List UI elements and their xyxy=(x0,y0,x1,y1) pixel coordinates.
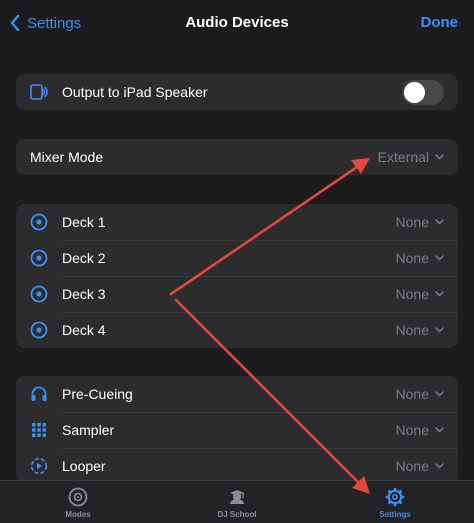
dj-school-icon xyxy=(230,490,244,504)
chevron-down-icon xyxy=(435,154,444,160)
extras-group: Pre-Cueing None Sampler None Looper None xyxy=(16,376,458,484)
chevron-down-icon xyxy=(435,219,444,225)
deck-icon xyxy=(16,249,62,267)
speaker-group: Output to iPad Speaker xyxy=(16,74,458,110)
chevron-down-icon xyxy=(435,291,444,297)
ipad-speaker-icon xyxy=(16,83,62,101)
pre-cueing-row[interactable]: Pre-Cueing None xyxy=(16,376,458,412)
tab-settings[interactable]: Settings xyxy=(355,487,435,519)
deck-value[interactable]: None xyxy=(396,250,429,266)
deck-label: Deck 1 xyxy=(62,214,106,230)
chevron-down-icon xyxy=(435,327,444,333)
mixer-mode-label: Mixer Mode xyxy=(30,149,104,165)
deck-row-1[interactable]: Deck 1 None xyxy=(16,204,458,240)
sampler-grid-icon xyxy=(16,422,62,438)
deck-row-3[interactable]: Deck 3 None xyxy=(16,276,458,312)
decks-group: Deck 1 None Deck 2 None Deck 3 None Deck… xyxy=(16,204,458,348)
deck-label: Deck 3 xyxy=(62,286,106,302)
gear-icon xyxy=(385,487,405,507)
looper-row[interactable]: Looper None xyxy=(16,448,458,484)
deck-value[interactable]: None xyxy=(396,286,429,302)
deck-value[interactable]: None xyxy=(396,322,429,338)
looper-label: Looper xyxy=(62,458,106,474)
tab-label: Modes xyxy=(65,510,91,519)
looper-icon xyxy=(16,457,62,475)
done-button[interactable]: Done xyxy=(421,14,459,31)
chevron-down-icon xyxy=(435,391,444,397)
speaker-toggle[interactable] xyxy=(402,80,444,105)
mixer-mode-row[interactable]: Mixer Mode External xyxy=(16,139,458,175)
sampler-value[interactable]: None xyxy=(396,422,429,438)
deck-label: Deck 4 xyxy=(62,322,106,338)
sampler-label: Sampler xyxy=(62,422,115,438)
sampler-row[interactable]: Sampler None xyxy=(16,412,458,448)
tab-bar: Modes DJ School Settings xyxy=(0,480,474,523)
tab-label: Settings xyxy=(379,510,411,519)
tab-label: DJ School xyxy=(217,510,257,519)
deck-icon xyxy=(16,213,62,231)
chevron-down-icon xyxy=(435,427,444,433)
deck-icon xyxy=(16,285,62,303)
chevron-down-icon xyxy=(435,255,444,261)
tab-modes[interactable]: Modes xyxy=(38,487,118,519)
looper-value[interactable]: None xyxy=(396,458,429,474)
chevron-down-icon xyxy=(435,463,444,469)
deck-value[interactable]: None xyxy=(396,214,429,230)
deck-icon xyxy=(16,321,62,339)
mixer-mode-value[interactable]: External xyxy=(378,149,429,165)
page-title: Audio Devices xyxy=(185,14,289,31)
modes-icon xyxy=(68,487,88,507)
pre-cueing-value[interactable]: None xyxy=(396,386,429,402)
pre-cueing-label: Pre-Cueing xyxy=(62,386,133,402)
deck-row-4[interactable]: Deck 4 None xyxy=(16,312,458,348)
tab-dj-school[interactable]: DJ School xyxy=(197,487,277,519)
deck-label: Deck 2 xyxy=(62,250,106,266)
speaker-row: Output to iPad Speaker xyxy=(16,74,458,110)
mixer-group: Mixer Mode External xyxy=(16,139,458,175)
speaker-label: Output to iPad Speaker xyxy=(62,84,208,100)
deck-row-2[interactable]: Deck 2 None xyxy=(16,240,458,276)
navigation-bar: Settings Audio Devices Done xyxy=(0,0,474,46)
toggle-knob xyxy=(404,82,425,103)
headphones-icon xyxy=(16,385,62,403)
